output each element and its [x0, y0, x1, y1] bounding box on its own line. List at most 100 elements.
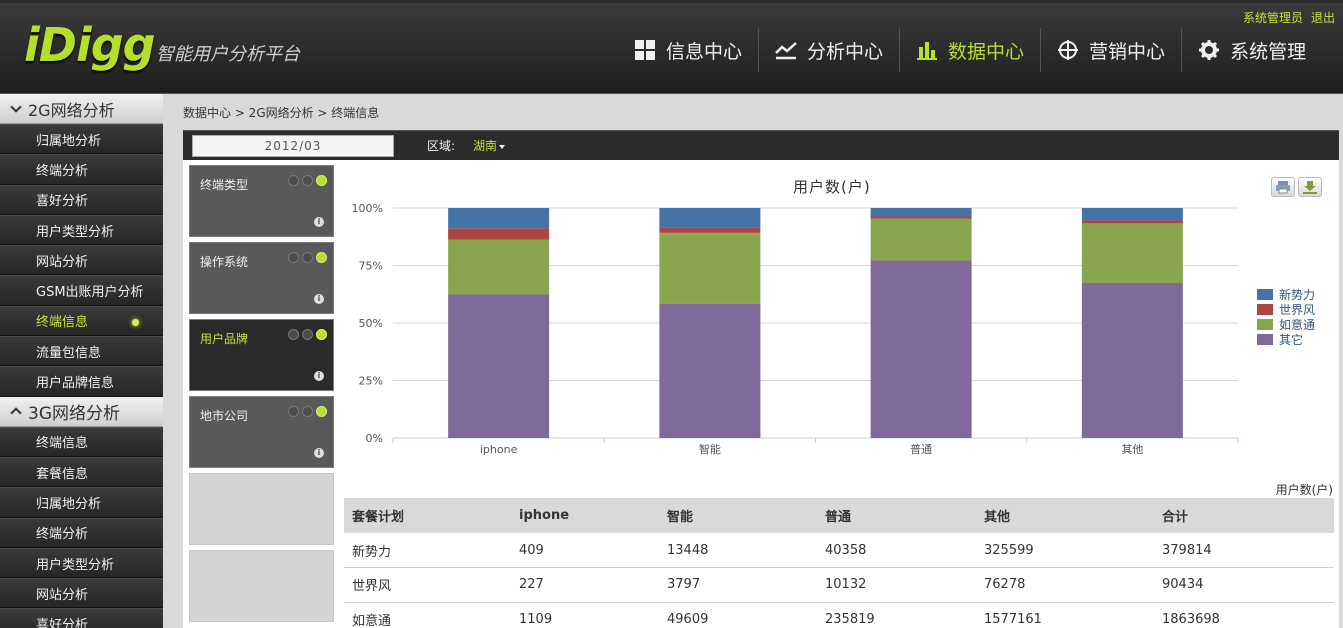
table-cell: 90434 — [1154, 567, 1334, 603]
light-icon — [302, 175, 313, 186]
sidebar-item-3g-preference[interactable]: 喜好分析 — [0, 608, 163, 628]
indicator-lights — [285, 329, 327, 340]
y-tick-label: 50% — [359, 317, 383, 330]
sidebar-item-user-type[interactable]: 用户类型分析 — [0, 214, 163, 246]
table-row: 世界风 227 3797 10132 76278 90434 — [344, 567, 1334, 603]
sidebar-section-3g[interactable]: 3G网络分析 — [0, 396, 163, 427]
y-tick-label: 75% — [359, 260, 383, 273]
card-city-company[interactable]: 地市公司 i — [189, 396, 334, 468]
sidebar: 2G网络分析 归属地分析 终端分析 喜好分析 用户类型分析 网站分析 GSM出账… — [0, 94, 163, 628]
empty-card — [189, 550, 334, 622]
date-picker-input[interactable]: 2012/03 — [192, 135, 394, 157]
crosshair-icon — [1058, 40, 1079, 60]
bar-segment — [870, 216, 972, 219]
nav-analysis-center[interactable]: 分析中心 — [758, 28, 899, 72]
sidebar-item-website[interactable]: 网站分析 — [0, 245, 163, 276]
sidebar-item-3g-website[interactable]: 网站分析 — [0, 578, 163, 609]
table-cell: 3797 — [659, 567, 817, 603]
nav-marketing-center[interactable]: 营销中心 — [1040, 28, 1181, 72]
sidebar-item-3g-user-type[interactable]: 用户类型分析 — [0, 547, 163, 579]
table-cell: 1109 — [511, 602, 659, 628]
content-panel: 终端类型 i 操作系统 i 用户品牌 i 地市公司 i 用户数(户) 0% 25… — [183, 160, 1339, 628]
sidebar-item-user-brand[interactable]: 用户品牌信息 — [0, 366, 163, 397]
sidebar-item-3g-attribution[interactable]: 归属地分析 — [0, 487, 163, 518]
nav-label: 信息中心 — [666, 40, 743, 63]
sidebar-item-terminal-analysis[interactable]: 终端分析 — [0, 154, 163, 185]
region-label: 区域: — [427, 139, 456, 153]
sidebar-item-attribution[interactable]: 归属地分析 — [0, 124, 163, 155]
legend-label: 如意通 — [1279, 317, 1315, 332]
nav-data-center[interactable]: 数据中心 — [899, 28, 1040, 72]
filter-bar: 2012/03 区域: 湖南 — [183, 130, 1339, 160]
light-icon — [288, 329, 299, 340]
nav-info-center[interactable]: 信息中心 — [618, 28, 758, 72]
nav-label: 系统管理 — [1230, 40, 1307, 63]
table-cell: 40358 — [817, 533, 976, 568]
logout-link[interactable]: 退出 — [1311, 11, 1335, 25]
section-title: 2G网络分析 — [28, 100, 115, 120]
x-tick-label: 智能 — [699, 442, 721, 456]
table-cell: 76278 — [976, 567, 1154, 603]
table-header-cell: iphone — [511, 498, 659, 533]
table-cell: 409 — [511, 533, 659, 568]
bar-segment — [870, 260, 972, 438]
admin-link[interactable]: 系统管理员 — [1243, 11, 1303, 25]
chart-area: 用户数(户) 0% 25% 50% 75% 100% iphone 智能 普通 其他 新势力 世界风… — [343, 160, 1339, 480]
info-icon[interactable]: i — [314, 371, 324, 381]
nav-label: 数据中心 — [948, 40, 1025, 63]
chevron-down-icon — [10, 100, 22, 113]
card-terminal-type[interactable]: 终端类型 i — [189, 165, 334, 237]
table-cell: 325599 — [976, 533, 1154, 568]
region-dropdown[interactable]: 湖南 — [473, 137, 506, 154]
section-title: 3G网络分析 — [28, 403, 120, 424]
y-tick-label: 100% — [352, 202, 383, 215]
bar-segment — [448, 294, 550, 438]
sidebar-item-3g-terminal-info[interactable]: 终端信息 — [0, 426, 163, 457]
info-icon[interactable]: i — [314, 294, 324, 304]
sidebar-item-label: 终端信息 — [36, 315, 89, 331]
sidebar-item-terminal-info[interactable]: 终端信息 — [0, 305, 163, 337]
table-header-cell: 普通 — [817, 498, 976, 533]
table-row: 新势力 409 13448 40358 325599 379814 — [344, 533, 1334, 568]
table-header-row: 套餐计划 iphone 智能 普通 其他 合计 — [344, 498, 1334, 533]
card-user-brand[interactable]: 用户品牌 i — [189, 319, 334, 391]
sidebar-item-3g-terminal-analysis[interactable]: 终端分析 — [0, 517, 163, 548]
sidebar-item-gsm-billing[interactable]: GSM出账用户分析 — [0, 275, 163, 306]
bar-segment — [870, 218, 972, 261]
x-tick-label: 普通 — [910, 442, 932, 456]
card-title: 用户品牌 — [200, 332, 249, 346]
bar-segment — [659, 232, 761, 304]
bar-segment — [659, 303, 761, 438]
sidebar-item-preference[interactable]: 喜好分析 — [0, 184, 163, 215]
light-icon — [288, 406, 299, 417]
nav-system-management[interactable]: 系统管理 — [1181, 28, 1322, 72]
sidebar-item-traffic-package[interactable]: 流量包信息 — [0, 336, 163, 367]
table-cell: 如意通 — [344, 602, 511, 628]
info-icon[interactable]: i — [314, 217, 324, 227]
table-unit-label: 用户数(户) — [1275, 483, 1333, 497]
sidebar-item-3g-package[interactable]: 套餐信息 — [0, 456, 163, 488]
table-cell: 379814 — [1154, 533, 1334, 568]
card-operating-system[interactable]: 操作系统 i — [189, 242, 334, 314]
legend-label: 世界风 — [1279, 303, 1315, 317]
info-icon[interactable]: i — [314, 448, 324, 458]
bar-segment — [659, 208, 761, 228]
header-topline — [0, 0, 1343, 3]
breadcrumb: 数据中心 > 2G网络分析 > 终端信息 — [183, 106, 380, 120]
nav-label: 分析中心 — [807, 40, 884, 63]
light-icon — [302, 252, 313, 263]
table-cell: 1577161 — [976, 602, 1154, 628]
sidebar-section-2g[interactable]: 2G网络分析 — [0, 94, 163, 124]
table-cell: 10132 — [817, 567, 976, 603]
card-title: 地市公司 — [200, 409, 249, 423]
bar-segment — [1081, 208, 1183, 221]
caret-down-icon — [499, 144, 506, 149]
stacked-bar-chart: 0% 25% 50% 75% 100% iphone 智能 普通 其他 新势力世界风如意通其它 — [352, 202, 1315, 456]
logo[interactable]: iDigg — [24, 18, 156, 72]
legend-swatch — [1257, 304, 1273, 315]
indicator-lights — [285, 175, 327, 186]
active-indicator-icon — [132, 318, 139, 326]
table-cell: 49609 — [659, 602, 817, 628]
card-title: 操作系统 — [200, 255, 249, 269]
table-row: 如意通 1109 49609 235819 1577161 1863698 — [344, 602, 1334, 628]
